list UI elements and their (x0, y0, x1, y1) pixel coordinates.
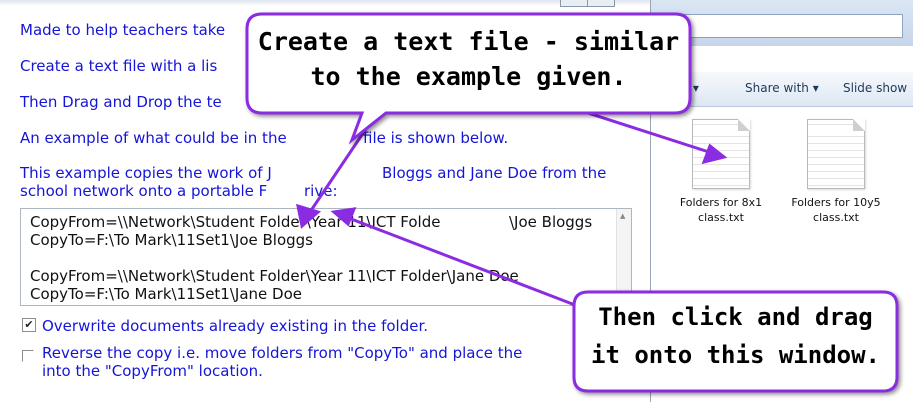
bottom-callout-text: Then click and drag it onto this window. (591, 303, 880, 369)
top-callout-text: Create a text file - similar to the exam… (257, 27, 680, 91)
arrow-from-file (345, 215, 576, 307)
arrowhead-icon (330, 207, 357, 227)
arrowhead-icon (296, 203, 322, 229)
arrowhead-icon (701, 143, 728, 165)
callout-arrows (296, 102, 728, 307)
